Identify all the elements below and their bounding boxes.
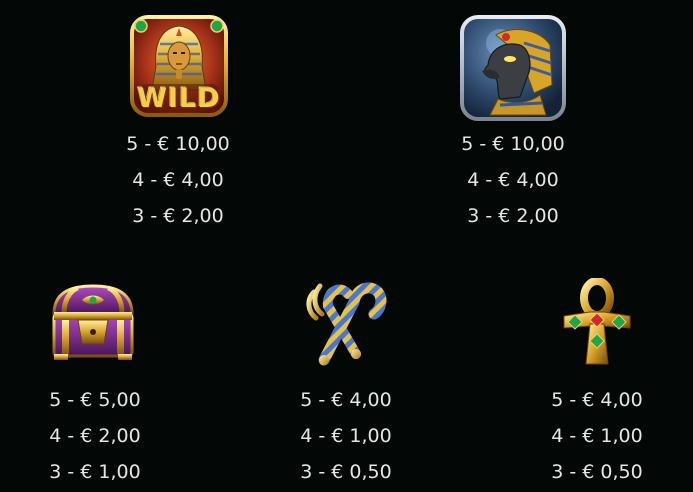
wild-label: WILD bbox=[137, 83, 221, 114]
crook-and-flail-icon bbox=[306, 282, 387, 366]
treasure-chest-symbol bbox=[48, 280, 138, 362]
crook-and-flail-pay-3: 3 - € 0,50 bbox=[300, 461, 392, 483]
ankh-pay-5: 5 - € 4,00 bbox=[551, 389, 643, 411]
jackal-god-pay-5: 5 - € 10,00 bbox=[461, 133, 565, 155]
treasure-chest-icon bbox=[52, 284, 134, 360]
ankh-pay-4: 4 - € 1,00 bbox=[551, 425, 643, 447]
wild-pay-3: 3 - € 2,00 bbox=[132, 205, 224, 227]
jackal-god-pay-4: 4 - € 4,00 bbox=[467, 169, 559, 191]
jackal-god-icon bbox=[460, 15, 566, 121]
jackal-god-pay-3: 3 - € 2,00 bbox=[467, 205, 559, 227]
crook-and-flail-pay-5: 5 - € 4,00 bbox=[300, 389, 392, 411]
ankh-pay-3: 3 - € 0,50 bbox=[551, 461, 643, 483]
wild-pay-4: 4 - € 4,00 bbox=[132, 169, 224, 191]
jackal-god-symbol bbox=[460, 15, 566, 121]
crook-and-flail-pay-4: 4 - € 1,00 bbox=[300, 425, 392, 447]
wild-symbol: WILD bbox=[130, 14, 228, 118]
crook-and-flail-symbol bbox=[300, 276, 388, 368]
wild-pay-5: 5 - € 10,00 bbox=[126, 133, 230, 155]
treasure-chest-pay-3: 3 - € 1,00 bbox=[49, 461, 141, 483]
treasure-chest-pay-4: 4 - € 2,00 bbox=[49, 425, 141, 447]
treasure-chest-pay-5: 5 - € 5,00 bbox=[49, 389, 141, 411]
ankh-icon bbox=[563, 278, 631, 365]
ankh-symbol bbox=[560, 278, 634, 368]
